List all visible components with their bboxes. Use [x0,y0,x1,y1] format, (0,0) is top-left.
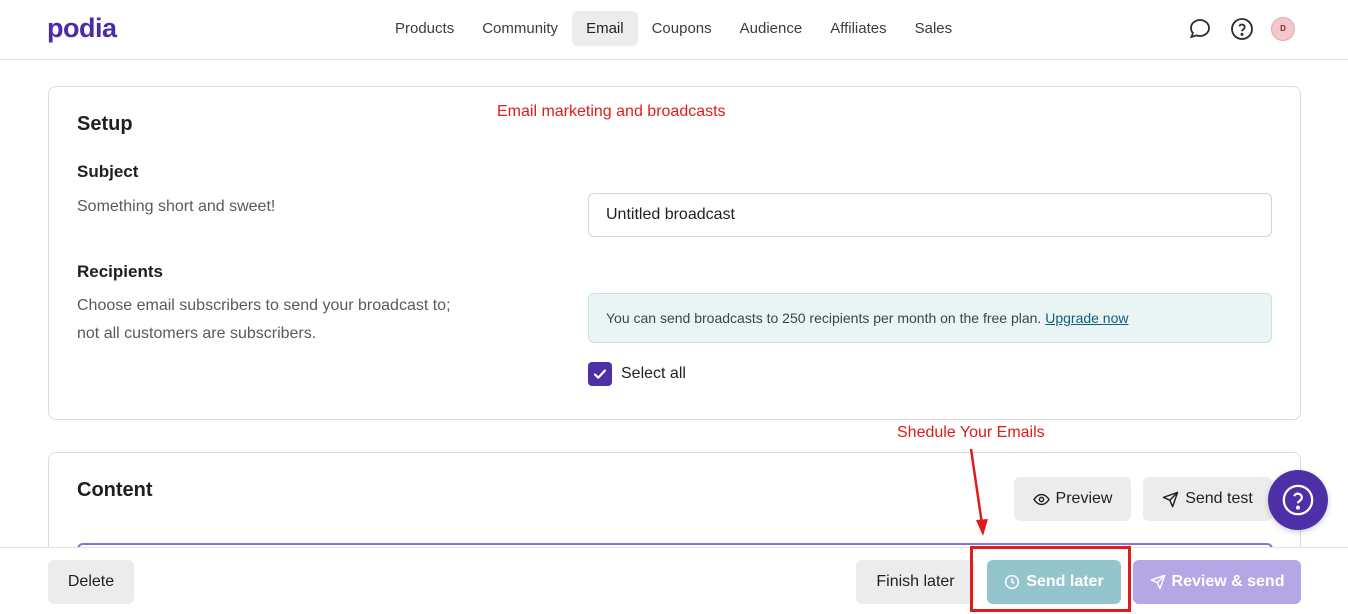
action-footer: Delete Finish later Send later Review & … [0,547,1348,614]
preview-label: Preview [1055,490,1113,507]
nav-affiliates[interactable]: Affiliates [816,11,900,46]
setup-title: Setup [77,113,133,135]
review-send-button[interactable]: Review & send [1133,560,1301,604]
subject-input[interactable] [588,193,1272,237]
preview-button[interactable]: Preview [1014,477,1131,521]
annotation-email-marketing: Email marketing and broadcasts [497,103,726,120]
review-send-label: Review & send [1171,573,1285,590]
top-navigation-bar: podia Products Community Email Coupons A… [0,0,1348,60]
recipients-help: Choose email subscribers to send your br… [77,297,451,342]
send-test-button[interactable]: Send test [1143,477,1272,521]
avatar[interactable]: D [1271,16,1295,41]
question-mark-icon [1282,484,1314,516]
paper-plane-icon [1150,574,1165,590]
nav-sales[interactable]: Sales [901,11,967,46]
annotation-arrow [969,448,988,536]
upgrade-now-link[interactable]: Upgrade now [1045,310,1128,326]
notice-text: You can send broadcasts to 250 recipient… [606,310,1042,326]
finish-later-label: Finish later [876,573,955,590]
nav-coupons[interactable]: Coupons [638,11,726,46]
setup-card: Setup Subject Something short and sweet!… [48,86,1301,420]
subject-help: Something short and sweet! [77,198,276,215]
send-test-label: Send test [1185,490,1253,507]
subject-label: Subject [77,162,139,181]
nav-email[interactable]: Email [572,11,638,46]
help-circle-icon[interactable] [1229,16,1254,41]
delete-label: Delete [67,573,115,590]
nav-community[interactable]: Community [468,11,572,46]
annotation-highlight-box [970,546,1131,612]
eye-icon [1032,493,1050,505]
podia-logo[interactable]: podia [47,13,117,44]
recipients-label: Recipients [77,262,163,281]
delete-button[interactable]: Delete [48,560,134,604]
help-chat-button[interactable] [1268,470,1328,530]
header-actions: D [1187,16,1295,41]
content-title: Content [77,479,153,501]
annotation-schedule: Shedule Your Emails [897,424,1045,441]
finish-later-button[interactable]: Finish later [856,560,975,604]
select-all-label: Select all [621,365,686,382]
main-nav: Products Community Email Coupons Audienc… [381,11,966,46]
paper-plane-icon [1162,491,1179,507]
nav-products[interactable]: Products [381,11,468,46]
free-plan-notice: You can send broadcasts to 250 recipient… [588,293,1272,343]
nav-audience[interactable]: Audience [726,11,817,46]
select-all-row[interactable]: Select all [588,362,686,386]
select-all-checkbox[interactable] [588,362,612,386]
chat-bubble-icon[interactable] [1187,16,1212,41]
